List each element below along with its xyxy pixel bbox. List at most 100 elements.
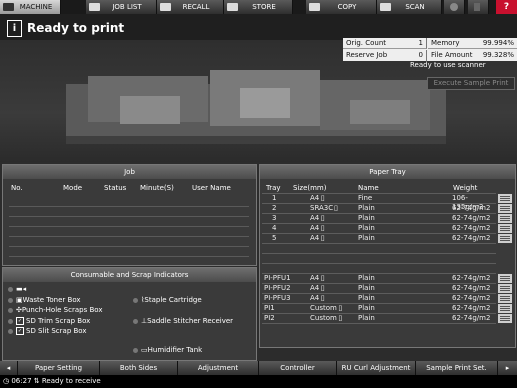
tray-level-icon	[498, 274, 512, 283]
tray-cell-size: Custom	[310, 314, 337, 322]
tray-cell-name: Plain	[358, 224, 375, 232]
tray-cell-tray: 5	[272, 234, 277, 242]
paper-tray-title: Paper Tray	[260, 165, 515, 179]
job-col-no: No.	[11, 184, 23, 192]
tray-level-icon	[498, 214, 512, 223]
tray-cell-name: Plain	[358, 204, 375, 212]
job-row[interactable]	[9, 227, 249, 237]
tray-cell-name: Plain	[358, 274, 375, 282]
clock-icon: ◷	[3, 377, 10, 385]
waste-toner-icon: ▣	[16, 296, 23, 304]
orig-count-value: 1	[418, 39, 423, 47]
paper-orientation-icon: ▯	[338, 314, 343, 322]
job-list-icon	[89, 3, 100, 11]
tray-row[interactable]: PI1 Custom ▯ Plain 62-74g/m2	[262, 304, 496, 313]
consumables-title: Consumable and Scrap Indicators	[3, 268, 256, 282]
reserve-job-label: Reserve Job	[346, 51, 388, 59]
job-row[interactable]	[9, 217, 249, 227]
tray-row[interactable]: PI-PFU2 A4 ▯ Plain 62-74g/m2	[262, 284, 496, 293]
job-row[interactable]	[9, 197, 249, 207]
scroll-left-button[interactable]: ◂	[0, 361, 18, 375]
tab-copy[interactable]: COPY	[306, 0, 377, 14]
execute-sample-print-button[interactable]: Execute Sample Print	[427, 77, 515, 90]
energy-save-button[interactable]	[444, 0, 465, 14]
tray-cell-weight: 62-74g/m2	[452, 314, 491, 322]
tab-machine[interactable]: MACHINE	[0, 0, 61, 14]
tray-row-divider	[262, 243, 496, 244]
footer-time: 06:27	[11, 377, 32, 385]
adjustment-button[interactable]: Adjustment	[178, 361, 259, 375]
footer-message: Ready to receive	[41, 377, 101, 385]
reserve-job-cell: Reserve Job 0	[343, 50, 427, 61]
ru-curl-adjustment-button[interactable]: RU Curl Adjustment	[337, 361, 416, 375]
sample-print-set-button[interactable]: Sample Print Set.	[416, 361, 498, 375]
tray-cell-tray: PI1	[264, 304, 275, 312]
tray-cell-tray: 3	[272, 214, 277, 222]
paper-orientation-icon: ▯	[320, 224, 325, 232]
tray-row-divider	[262, 253, 496, 254]
job-row[interactable]	[9, 207, 249, 217]
tray-cell-weight: 62-74g/m2	[452, 224, 491, 232]
tray-cell-tray: 4	[272, 224, 277, 232]
tray-cell-name: Plain	[358, 314, 375, 322]
job-panel-title: Job	[3, 165, 256, 179]
tray-row[interactable]: PI-PFU3 A4 ▯ Plain 62-74g/m2	[262, 294, 496, 303]
consumable-punch-hole: ✣Punch-Hole Scraps Box	[8, 306, 102, 314]
job-row[interactable]	[9, 247, 249, 257]
volume-button[interactable]	[468, 0, 489, 14]
tab-job-list[interactable]: JOB LIST	[86, 0, 157, 14]
counter-panel: Orig. Count 1 Memory 99.994% Reserve Job…	[343, 38, 517, 61]
tray-row[interactable]: PI-PFU1 A4 ▯ Plain 62-74g/m2	[262, 274, 496, 283]
tray-cell-tray: PI-PFU1	[264, 274, 291, 282]
footer-status: ◷ 06:27 ⇅ Ready to receive	[0, 375, 517, 388]
tray-level-icon	[498, 284, 512, 293]
tray-col-name: Name	[358, 184, 379, 192]
paper-orientation-icon: ▯	[338, 304, 343, 312]
both-sides-button[interactable]: Both Sides	[100, 361, 178, 375]
job-row[interactable]	[9, 237, 249, 247]
sd-trim-label: SD Trim Scrap Box	[26, 317, 91, 325]
machine-icon	[3, 3, 14, 11]
humidifier-icon: ▭	[141, 346, 148, 354]
tab-recall-label: RECALL	[182, 3, 210, 11]
scroll-right-button[interactable]: ▸	[498, 361, 517, 375]
controller-button[interactable]: Controller	[259, 361, 337, 375]
info-icon: i	[7, 20, 22, 37]
tray-cell-size: A4	[310, 214, 320, 222]
tab-job-list-label: JOB LIST	[112, 3, 142, 11]
tab-scan-label: SCAN	[405, 3, 425, 11]
paper-orientation-icon: ▯	[320, 274, 325, 282]
paper-orientation-icon: ▯	[320, 194, 325, 202]
tray-cell-tray: PI2	[264, 314, 275, 322]
tray-level-icon	[498, 234, 512, 243]
tray-row[interactable]: 3 A4 ▯ Plain 62-74g/m2	[262, 214, 496, 223]
tab-store[interactable]: STORE	[224, 0, 293, 14]
job-col-user: User Name	[192, 184, 231, 192]
tray-level-icon	[498, 224, 512, 233]
paper-orientation-icon: ▯	[320, 284, 325, 292]
consumable-sd-trim: ✓ SD Trim Scrap Box	[8, 317, 90, 325]
store-icon	[227, 3, 238, 11]
tray-row[interactable]: 2 SRA3C ▯ Plain 62-74g/m2	[262, 204, 496, 213]
tray-row[interactable]: 5 A4 ▯ Plain 62-74g/m2	[262, 234, 496, 243]
job-col-minute: Minute(S)	[140, 184, 174, 192]
tray-row[interactable]: 1 A4 ▯ Fine 106-135g/m2	[262, 194, 496, 211]
tray-cell-tray: 2	[272, 204, 277, 212]
tray-cell-name: Plain	[358, 294, 375, 302]
tray-cell-size: A4	[310, 294, 320, 302]
humidifier-label: Humidifier Tank	[147, 346, 203, 354]
tray-row[interactable]: PI2 Custom ▯ Plain 62-74g/m2	[262, 314, 496, 323]
tray-row[interactable]: 4 A4 ▯ Plain 62-74g/m2	[262, 224, 496, 233]
paper-orientation-icon: ▯	[320, 214, 325, 222]
tray-cell-name: Plain	[358, 234, 375, 242]
saddle-stitcher-label: Saddle Stitcher Receiver	[147, 317, 234, 325]
punch-hole-label: Punch-Hole Scraps Box	[21, 306, 103, 314]
scan-icon	[380, 3, 391, 11]
tray-cell-name: Plain	[358, 284, 375, 292]
tab-recall[interactable]: RECALL	[157, 0, 224, 14]
file-amount-cell: File Amount 99.328%	[428, 50, 517, 61]
paper-setting-button[interactable]: Paper Setting	[18, 361, 100, 375]
help-button[interactable]: ?	[496, 0, 517, 14]
consumable-saddle-stitcher: ⊥Saddle Stitcher Receiver	[133, 317, 233, 325]
tab-scan[interactable]: SCAN	[377, 0, 442, 14]
